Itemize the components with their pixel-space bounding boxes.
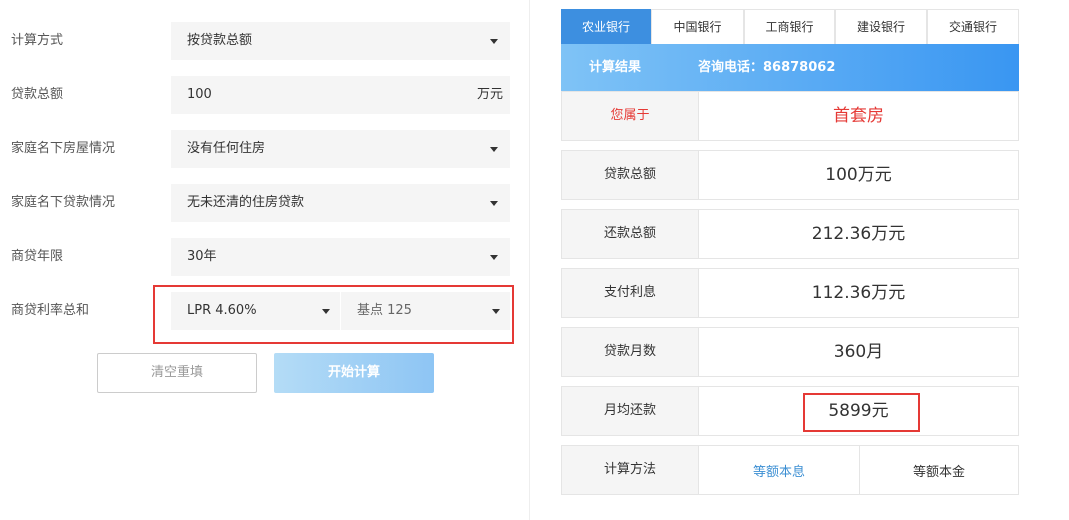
method-equal-installment[interactable]: 等额本息 [699,446,860,494]
tab-jianshe[interactable]: 建设银行 [835,9,927,44]
house-status-value: 没有任何住房 [187,141,266,156]
calc-method-label: 计算方式 [11,33,64,48]
caret-down-icon [490,147,498,152]
caret-down-icon [490,39,498,44]
result-label: 月均还款 [562,387,699,435]
result-title: 计算结果 [589,60,642,75]
panel-divider [529,0,530,520]
tab-gongshang[interactable]: 工商银行 [744,9,835,44]
tab-jiaotong[interactable]: 交通银行 [927,9,1019,44]
loan-status-value: 无未还清的住房贷款 [187,195,305,210]
result-label: 贷款总额 [562,151,699,199]
tab-nongye[interactable]: 农业银行 [561,9,651,44]
loan-total-label: 贷款总额 [11,87,64,102]
monthly-highlight-box [803,393,920,432]
caret-down-icon [490,255,498,260]
result-row-interest: 支付利息 112.36万元 [561,268,1019,318]
result-value: 112.36万元 [811,283,906,303]
calc-method-select[interactable]: 按贷款总额 [171,22,510,60]
result-row-type: 您属于 首套房 [561,91,1019,141]
loan-years-select[interactable]: 30年 [171,238,510,276]
result-value: 100万元 [825,165,892,185]
result-panel: 农业银行 中国银行 工商银行 建设银行 交通银行 计算结果 咨询电话：86878… [561,0,1019,520]
result-header: 计算结果 咨询电话：86878062 [561,44,1019,91]
calc-method-row: 计算方式 按贷款总额 [0,22,520,60]
loan-status-row: 家庭名下贷款情况 无未还清的住房贷款 [0,184,520,222]
result-label: 还款总额 [562,210,699,258]
loan-total-value: 100 [187,87,212,102]
result-label: 计算方法 [562,446,699,494]
result-label: 贷款月数 [562,328,699,376]
result-row-method: 计算方法 等额本息 等额本金 [561,445,1019,495]
rate-label: 商贷利率总和 [11,303,90,318]
calculator-form: 计算方式 按贷款总额 贷款总额 100 万元 家庭名下房屋情况 没有任何住房 家… [0,0,530,520]
rate-highlight-box [153,285,514,344]
loan-status-label: 家庭名下贷款情况 [11,195,116,210]
loan-status-select[interactable]: 无未还清的住房贷款 [171,184,510,222]
start-calc-button[interactable]: 开始计算 [274,353,434,393]
loan-total-unit: 万元 [476,87,503,102]
house-status-select[interactable]: 没有任何住房 [171,130,510,168]
tab-zhongguo[interactable]: 中国银行 [651,9,744,44]
loan-years-label: 商贷年限 [11,249,64,264]
house-status-label: 家庭名下房屋情况 [11,141,116,156]
loan-total-row: 贷款总额 100 万元 [0,76,520,114]
result-label: 支付利息 [562,269,699,317]
result-value: 360月 [833,342,884,362]
result-row-loan-total: 贷款总额 100万元 [561,150,1019,200]
result-value: 212.36万元 [811,224,906,244]
result-value: 首套房 [833,106,884,126]
calc-method-value: 按贷款总额 [187,33,253,48]
result-label: 您属于 [562,92,699,140]
house-status-row: 家庭名下房屋情况 没有任何住房 [0,130,520,168]
bank-tabs: 农业银行 中国银行 工商银行 建设银行 交通银行 [561,9,1019,44]
result-row-months: 贷款月数 360月 [561,327,1019,377]
loan-total-input[interactable]: 100 万元 [171,76,510,114]
clear-button[interactable]: 清空重填 [97,353,257,393]
result-row-monthly: 月均还款 5899元 [561,386,1019,436]
loan-years-value: 30年 [187,249,217,264]
consult-phone: 咨询电话：86878062 [698,60,836,75]
result-row-repay-total: 还款总额 212.36万元 [561,209,1019,259]
caret-down-icon [490,201,498,206]
method-equal-principal[interactable]: 等额本金 [860,446,1018,494]
loan-years-row: 商贷年限 30年 [0,238,520,276]
